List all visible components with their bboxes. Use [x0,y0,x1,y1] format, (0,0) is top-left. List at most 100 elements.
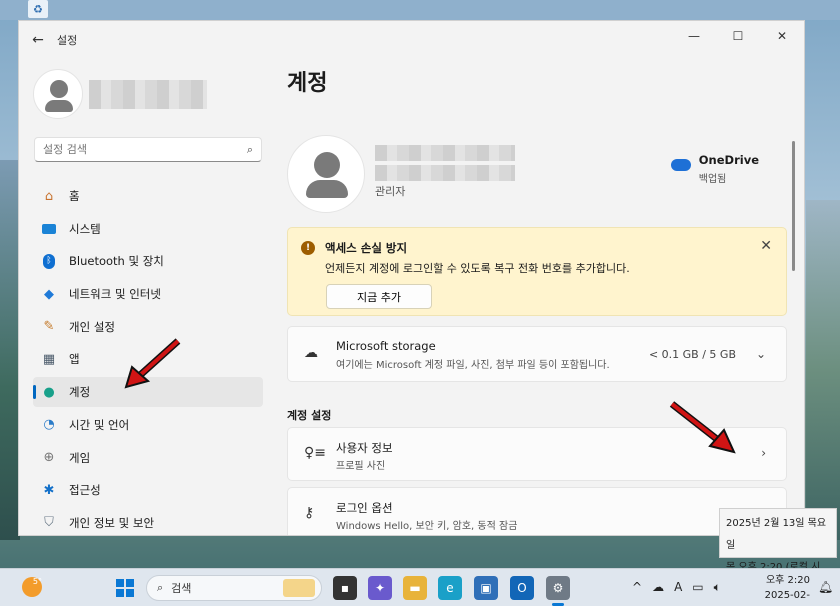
recycle-bin-icon[interactable]: ♻ [28,0,48,18]
sidebar-item-privacy[interactable]: ⛉ 개인 정보 및 보안 [33,508,263,535]
apps-icon: ▦ [42,351,56,367]
sidebar-item-accessibility[interactable]: ✱ 접근성 [33,475,263,505]
minimize-icon[interactable]: — [672,21,716,51]
chevron-up-icon[interactable]: ^ [632,580,642,595]
file-explorer-icon[interactable]: ▬ [403,576,427,600]
sidebar-item-network[interactable]: ◆ 네트워크 및 인터넷 [33,279,263,309]
gamepad-icon: ⊕ [43,450,55,465]
user-info-icon: ♀≡ [304,445,326,461]
system-tray: ^ ☁ A ▭ 🔈︎ [632,580,721,595]
start-button[interactable] [116,579,134,597]
home-icon: ⌂ [44,188,54,204]
globe-clock-icon: ◔ [43,417,55,433]
scrollbar[interactable] [792,141,795,271]
accessibility-icon: ✱ [43,482,55,498]
shield-icon: ⛉ [44,515,54,531]
close-icon[interactable]: ✕ [760,21,804,51]
sign-in-options-row[interactable]: ⚷ 로그인 옵션 Windows Hello, 보안 키, 암호, 동적 잠금 [287,487,787,535]
alert-message: 언제든지 계정에 로그인할 수 있도록 복구 전화 번호를 추가합니다. [325,262,630,275]
chevron-right-icon[interactable]: › [761,446,766,460]
volume-icon[interactable]: 🔈︎ [714,580,721,595]
sidebar-item-label: 접근성 [69,483,101,498]
main-content: 계정 관리자 OneDrive 백업됨 ! 액세스 손실 방지 언제든지 계정에… [277,59,797,535]
desktop-strip [0,0,840,20]
onedrive-tray-icon[interactable]: ☁ [652,580,664,595]
task-view-icon[interactable]: ▪ [333,576,357,600]
settings-search[interactable]: ⌕ [34,137,262,162]
redacted-profile-email [375,165,515,181]
account-icon: ● [43,384,55,400]
alert-title: 액세스 손실 방지 [325,241,408,255]
user-info-subtitle: 프로필 사진 [336,461,386,472]
back-arrow-icon[interactable]: ← [19,21,57,59]
key-icon: ⚷ [304,505,315,521]
clock-tooltip: 2025년 2월 13일 목요일 목 오후 2:20 (로컬 시간) [719,508,837,595]
onedrive-backup-status: 백업됨 [698,174,727,185]
maximize-icon[interactable]: ☐ [716,21,760,51]
weather-icon[interactable]: 5° [22,577,42,597]
page-title: 계정 [287,71,328,96]
recovery-alert: ! 액세스 손실 방지 언제든지 계정에 로그인할 수 있도록 복구 전화 번호… [287,227,787,316]
search-highlight-icon [283,579,315,597]
settings-window: ← 설정 — ☐ ✕ ⌕ ⌂ 홈 시스템 ᛒ [18,20,805,536]
ime-icon[interactable]: A [674,580,682,595]
avatar[interactable] [287,135,365,213]
sidebar-item-time-language[interactable]: ◔ 시간 및 언어 [33,410,263,440]
sidebar-item-system[interactable]: 시스템 [33,214,263,244]
edge-icon[interactable]: e [438,576,462,600]
search-input[interactable] [43,143,247,156]
taskbar-clock[interactable]: 오후 2:20 2025-02-13 [752,573,810,606]
chevron-down-icon[interactable]: ⌄ [756,347,766,361]
storage-title: Microsoft storage [336,339,436,353]
window-title: 설정 [57,34,78,47]
search-icon: ⌕ [157,581,164,594]
desktop-wallpaper-left [0,160,20,540]
storage-subtitle: 여기에는 Microsoft 계정 파일, 사진, 첨부 파일 등이 포함됩니다… [336,360,610,371]
sidebar-item-label: 게임 [69,450,91,465]
sidebar-item-home[interactable]: ⌂ 홈 [33,181,263,211]
settings-icon[interactable]: ⚙ [546,576,570,600]
sidebar-item-label: 시간 및 언어 [69,417,130,432]
sidebar-item-label: 계정 [69,385,91,400]
notification-bell-icon[interactable]: 🔔︎ [818,580,833,594]
weather-temp: 5° [32,577,42,586]
tooltip-date: 2025년 2월 13일 목요일 [726,518,827,551]
clock-time: 오후 2:20 [765,575,810,586]
redacted-user-name [89,80,207,94]
redacted-profile-name [375,145,515,161]
onedrive-cloud-icon [670,159,691,171]
onedrive-name: OneDrive [698,153,759,167]
sidebar-item-label: 개인 설정 [69,319,115,334]
profile-role: 관리자 [375,185,406,198]
desktop-wallpaper-right [806,200,840,540]
sidebar-item-label: 앱 [69,352,80,367]
title-bar: ← 설정 — ☐ ✕ [19,21,804,59]
sidebar-item-label: 개인 정보 및 보안 [69,515,155,530]
taskbar: 5° ⌕ 검색 ▪ ✦ ▬ e ▣ O ⚙ ^ ☁ A ▭ 🔈︎ 오후 2:20… [0,568,840,606]
sidebar-item-label: 네트워크 및 인터넷 [69,287,161,302]
microsoft-storage-row[interactable]: ☁ Microsoft storage 여기에는 Microsoft 계정 파일… [287,326,787,382]
close-icon[interactable]: ✕ [760,238,772,254]
redacted-user-email [89,93,207,109]
outlook-icon[interactable]: O [510,576,534,600]
sidebar-item-label: 홈 [69,189,80,203]
sidebar-item-bluetooth[interactable]: ᛒ Bluetooth 및 장치 [33,246,263,276]
red-arrow-left [124,338,181,389]
add-now-button[interactable]: 지금 추가 [326,284,432,309]
sidebar-item-gaming[interactable]: ⊕ 게임 [33,443,263,473]
brush-icon: ✎ [43,319,55,335]
copilot-icon[interactable]: ✦ [368,576,392,600]
store-icon[interactable]: ▣ [474,576,498,600]
taskbar-search[interactable]: ⌕ 검색 [146,575,322,601]
sidebar-item-label: 시스템 [69,221,101,236]
sidebar: ⌕ ⌂ 홈 시스템 ᛒ Bluetooth 및 장치 ◆ 네트워크 및 인터넷 … [19,59,277,535]
sidebar-item-label: Bluetooth 및 장치 [69,254,164,269]
network-icon[interactable]: ▭ [692,580,703,595]
section-label: 계정 설정 [287,409,332,422]
red-arrow-right [669,401,736,454]
sign-in-subtitle: Windows Hello, 보안 키, 암호, 동적 잠금 [336,521,518,532]
sign-in-title: 로그인 옵션 [336,501,393,515]
taskbar-search-label: 검색 [171,582,192,595]
onedrive-status[interactable]: OneDrive 백업됨 [670,153,759,185]
clock-date: 2025-02-13 [764,590,810,606]
